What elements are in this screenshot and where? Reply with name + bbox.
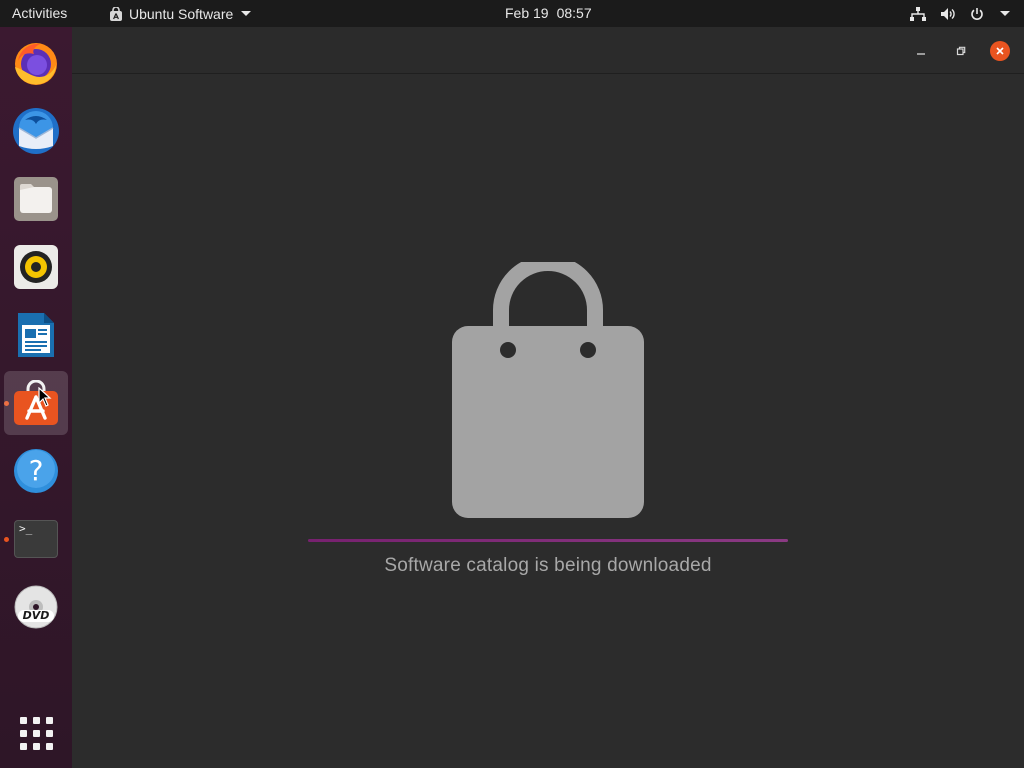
power-icon[interactable] [970,7,984,21]
shopping-bag-icon [452,262,644,518]
svg-text:?: ? [29,454,44,487]
software-bag-icon [110,6,122,21]
dock-item-dvd[interactable]: DVD [4,575,68,639]
close-icon [996,47,1004,55]
system-tray[interactable] [910,0,1010,27]
clock-button[interactable]: Feb 19 08:57 [505,0,592,27]
dock-item-files[interactable] [4,167,68,231]
show-applications-button[interactable] [4,703,68,763]
app-grid-icon [19,716,53,750]
minimize-icon [917,53,925,55]
activities-button[interactable]: Activities [12,0,67,27]
firefox-icon [15,43,57,85]
dock-item-firefox[interactable] [4,31,68,95]
writer-icon [18,313,54,357]
dock-item-thunderbird[interactable] [4,99,68,163]
thunderbird-icon [13,108,59,154]
status-message: Software catalog is being downloaded [384,555,712,576]
minimize-button[interactable] [911,41,931,61]
dock-item-ubuntu-software[interactable] [4,371,68,435]
dock-item-terminal[interactable]: >_ [4,507,68,571]
mouse-cursor-icon [38,387,52,407]
software-icon [14,380,58,425]
terminal-icon: >_ [14,520,58,558]
download-progress-bar [308,539,788,542]
app-menu-button[interactable]: Ubuntu Software [109,0,252,27]
app-menu-label: Ubuntu Software [129,5,234,22]
window-header-bar [72,27,1024,74]
volume-icon[interactable] [940,7,956,21]
loading-view: Software catalog is being downloaded [72,75,1024,768]
dock-item-rhythmbox[interactable] [4,235,68,299]
rhythmbox-icon [14,245,58,289]
chevron-down-icon [241,11,252,16]
clock-date: Feb 19 [505,5,549,21]
restore-icon [956,46,966,56]
dock: ? >_ DVD [0,27,72,768]
maximize-button[interactable] [951,41,971,61]
terminal-prompt-text: >_ [19,522,33,535]
close-button[interactable] [990,41,1010,61]
system-menu-chevron-icon[interactable] [1000,11,1010,16]
dvd-icon: DVD [13,584,59,630]
network-icon[interactable] [910,6,926,21]
download-progress-fill [308,539,788,542]
clock-time: 08:57 [556,5,592,21]
dock-item-help[interactable]: ? [4,439,68,503]
top-bar: Activities Ubuntu Software Feb 19 08:57 [0,0,1024,27]
files-icon [14,177,58,221]
help-icon: ? [14,449,58,493]
ubuntu-software-window: Software catalog is being downloaded [72,27,1024,768]
dock-item-writer[interactable] [4,303,68,367]
dvd-label: DVD [18,610,54,622]
